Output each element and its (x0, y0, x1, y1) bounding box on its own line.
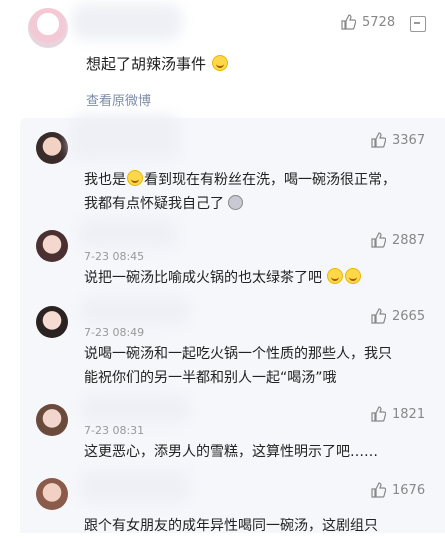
comment-text: 想起了胡辣汤事件 (86, 52, 229, 76)
reply-text: 我也是 看到现在有粉丝在洗，喝一碗汤很正常， (84, 170, 396, 188)
like-button[interactable]: 5728 (340, 14, 395, 30)
reply-text: 跟个有女朋友的成年异性喝同一碗汤，这剧组只 (84, 518, 378, 534)
avatar[interactable] (28, 8, 68, 48)
laughing-emoji-icon (327, 268, 344, 284)
like-count: 1821 (392, 406, 426, 422)
username-redacted (80, 296, 190, 326)
like-button[interactable]: 1821 (370, 406, 425, 422)
thumbs-up-icon (341, 14, 356, 30)
laughing-emoji-icon (345, 268, 362, 284)
thumbs-up-icon (371, 232, 386, 248)
thumbs-up-icon (371, 132, 386, 148)
avatar[interactable] (36, 404, 68, 436)
laughing-emoji-icon (211, 55, 228, 71)
thumbs-up-icon (371, 308, 386, 324)
like-count: 5728 (362, 14, 396, 30)
view-original-link[interactable]: 查看原微博 (86, 90, 151, 109)
like-count: 2665 (392, 308, 426, 324)
like-count: 2887 (392, 232, 426, 248)
avatar[interactable] (36, 478, 68, 510)
reply-text: 说喝一碗汤和一起吃火锅一个性质的那些人，我只 (84, 346, 392, 362)
like-button[interactable]: 2665 (370, 308, 425, 324)
like-count: 1676 (392, 482, 426, 498)
username-redacted (70, 114, 180, 160)
username-redacted (80, 470, 190, 504)
username-redacted (78, 218, 178, 248)
laughing-emoji-icon (127, 170, 143, 186)
username-redacted (80, 394, 190, 424)
timestamp: 7-23 08:31 (84, 424, 145, 437)
like-button[interactable]: 1676 (370, 482, 425, 498)
username-redacted (72, 4, 182, 40)
reply-text-line: 我都有点怀疑我自己了 (84, 192, 244, 216)
reply-text-line: 能祝你们的另一半都和别人一起“喝汤”哦 (84, 370, 337, 386)
avatar[interactable] (36, 230, 68, 262)
more-icon[interactable] (410, 16, 426, 32)
thumbs-up-icon (371, 482, 386, 498)
reply-text: 说把一碗汤比喻成火锅的也太绿茶了吧 (84, 266, 362, 290)
avatar[interactable] (36, 306, 68, 338)
like-button[interactable]: 3367 (370, 132, 425, 148)
timestamp: 7-23 08:45 (84, 250, 145, 263)
avatar[interactable] (36, 132, 68, 164)
reply-text: 这更恶心，添男人的雪糕，这算性明示了吧…… (84, 444, 378, 460)
like-count: 3367 (392, 132, 426, 148)
thumbs-up-icon (371, 406, 386, 422)
like-button[interactable]: 2887 (370, 232, 425, 248)
timestamp: 7-23 08:49 (84, 326, 145, 339)
emoji-icon (228, 195, 244, 210)
